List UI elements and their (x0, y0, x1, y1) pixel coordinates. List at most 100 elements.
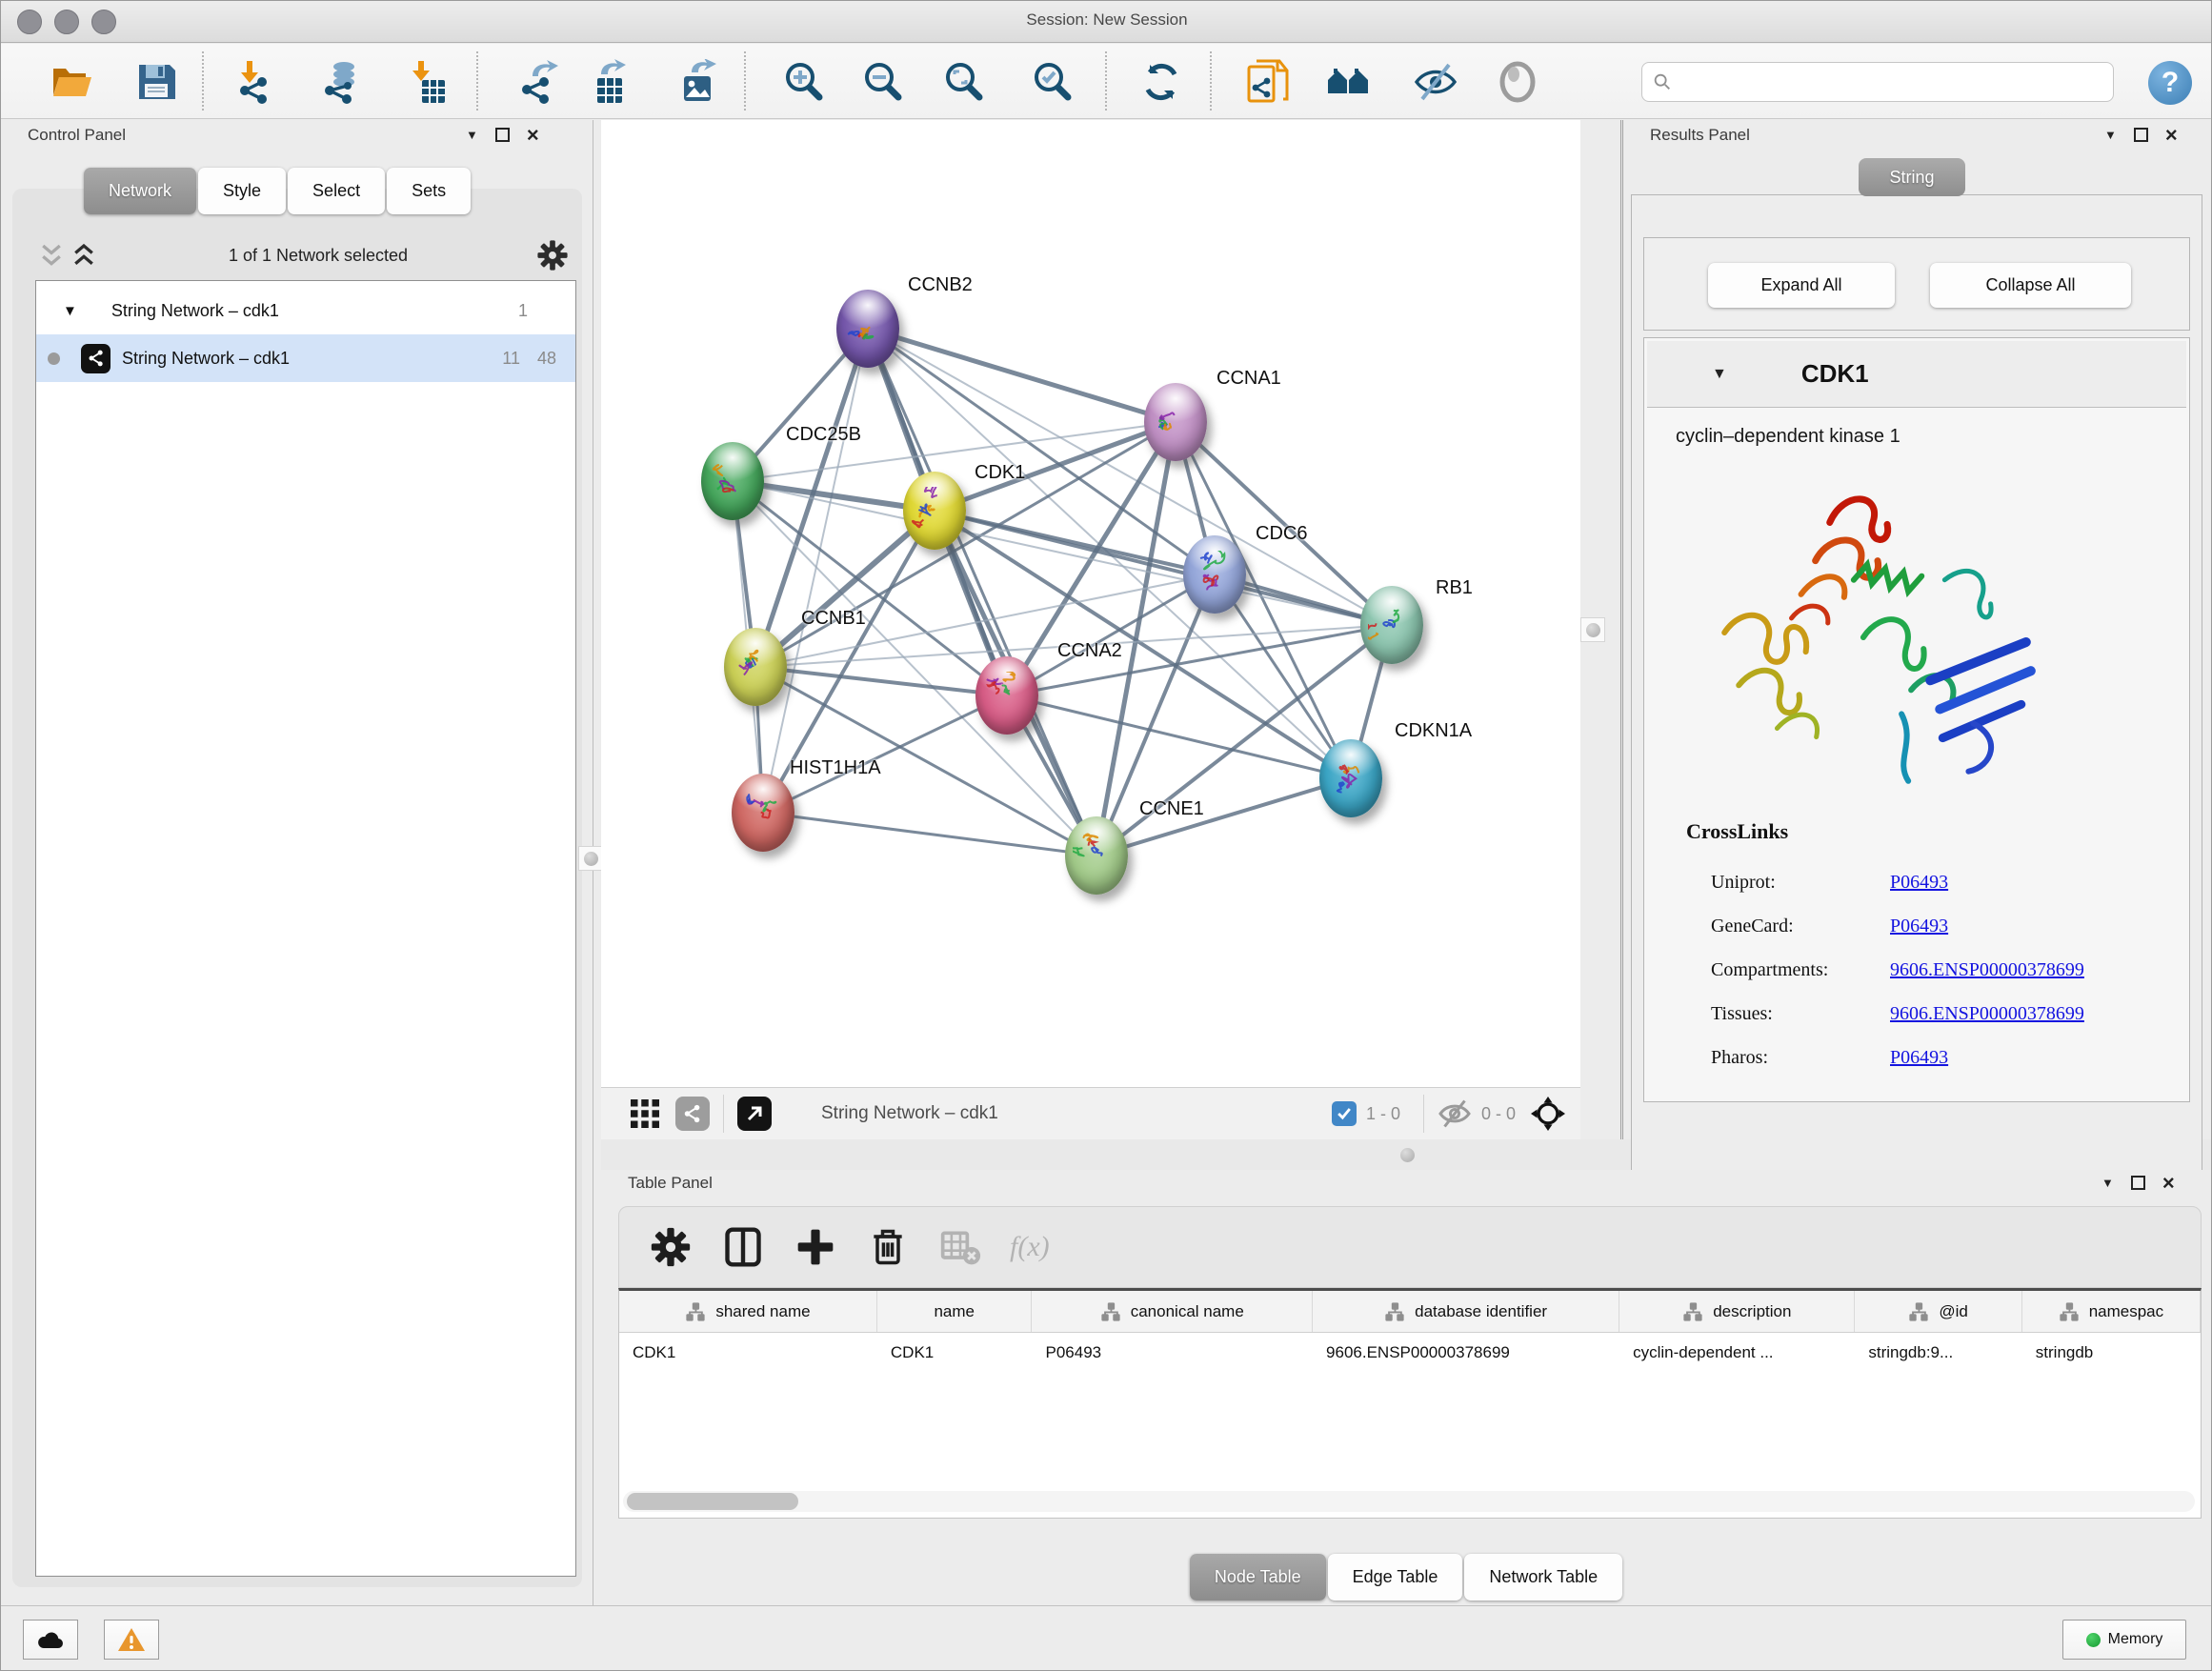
network-node-cdk1[interactable] (903, 472, 966, 550)
hide-details-eye-button[interactable] (1411, 57, 1460, 107)
column-header-canonical-name[interactable]: canonical name (1032, 1291, 1313, 1332)
float-panel-icon[interactable] (2131, 1176, 2145, 1190)
import-network-file-button[interactable] (231, 57, 281, 107)
column-header-name[interactable]: name (877, 1291, 1033, 1332)
table-row[interactable]: CDK1CDK1P064939606.ENSP00000378699cyclin… (619, 1333, 2201, 1373)
tab-select[interactable]: Select (288, 168, 385, 214)
birds-eye-grid-icon[interactable] (628, 1097, 662, 1131)
delete-column-icon[interactable] (867, 1226, 909, 1268)
column-header-description[interactable]: description (1619, 1291, 1855, 1332)
network-edge[interactable] (763, 695, 1007, 813)
network-edge[interactable] (755, 422, 1176, 667)
collapse-all-button[interactable]: Collapse All (1930, 263, 2131, 308)
column-header-namespac[interactable]: namespac (2022, 1291, 2201, 1332)
open-in-new-window-icon[interactable] (737, 1097, 772, 1131)
share-document-button[interactable] (1243, 57, 1293, 107)
close-panel-icon[interactable]: × (2162, 1176, 2175, 1190)
float-panel-icon[interactable] (495, 128, 510, 142)
close-panel-icon[interactable]: × (527, 128, 539, 142)
search-input[interactable] (1679, 72, 2103, 91)
warnings-button[interactable] (104, 1620, 159, 1660)
refresh-layout-button[interactable] (1136, 57, 1186, 107)
tree-expander-icon[interactable]: ▼ (63, 303, 77, 319)
collapse-panel-icon[interactable]: ▼ (2104, 128, 2117, 142)
tab-network[interactable]: Network (84, 168, 196, 214)
tab-string[interactable]: String (1859, 158, 1965, 196)
help-button[interactable]: ? (2148, 61, 2192, 105)
network-node-ccne1[interactable] (1065, 816, 1128, 895)
crosslink-link[interactable]: 9606.ENSP00000378699 (1890, 959, 2084, 981)
table-cell[interactable]: P06493 (1033, 1333, 1314, 1373)
tab-sets[interactable]: Sets (387, 168, 471, 214)
cloud-status-button[interactable] (23, 1620, 78, 1660)
left-splitter-handle[interactable] (578, 846, 603, 871)
memory-button[interactable]: Memory (2062, 1620, 2186, 1660)
horizontal-splitter-handle[interactable] (1395, 1142, 1419, 1167)
network-edge[interactable] (935, 511, 1392, 625)
crosslink-link[interactable]: P06493 (1890, 872, 1948, 894)
hidden-elements-eye-icon[interactable] (1438, 1097, 1472, 1131)
import-network-database-button[interactable] (316, 57, 366, 107)
close-panel-icon[interactable]: × (2165, 128, 2178, 142)
network-edge[interactable] (755, 667, 1007, 695)
table-horizontal-scrollbar[interactable] (623, 1491, 2195, 1512)
collapse-panel-icon[interactable]: ▼ (466, 128, 478, 142)
network-node-cdc25b[interactable] (701, 442, 764, 520)
tab-node-table[interactable]: Node Table (1190, 1554, 1326, 1601)
crosslink-link[interactable]: 9606.ENSP00000378699 (1890, 1003, 2084, 1025)
collapse-all-networks-icon[interactable] (68, 241, 100, 270)
network-node-cdkn1a[interactable] (1319, 739, 1382, 817)
gene-section-header[interactable]: ▼ CDK1 (1647, 341, 2186, 408)
table-options-gear-icon[interactable] (650, 1226, 692, 1268)
network-tree-child-row[interactable]: String Network – cdk1 11 48 (36, 334, 575, 382)
tab-network-table[interactable]: Network Table (1464, 1554, 1622, 1601)
search-box[interactable] (1641, 62, 2114, 102)
zoom-fit-button[interactable] (939, 57, 989, 107)
open-session-button[interactable] (47, 57, 96, 107)
network-edge[interactable] (868, 329, 1176, 422)
table-cell[interactable]: cyclin-dependent ... (1619, 1333, 1855, 1373)
float-panel-icon[interactable] (2134, 128, 2148, 142)
tab-style[interactable]: Style (198, 168, 286, 214)
expand-all-networks-icon[interactable] (35, 241, 68, 270)
column-header-shared-name[interactable]: shared name (619, 1291, 877, 1332)
right-splitter-handle[interactable] (1580, 617, 1605, 642)
network-node-rb1[interactable] (1360, 586, 1423, 664)
gene-expander-icon[interactable]: ▼ (1712, 366, 1727, 383)
export-network-button[interactable] (515, 57, 565, 107)
network-tree-root-row[interactable]: ▼ String Network – cdk1 1 (36, 287, 575, 334)
network-canvas[interactable]: CCNB2CCNA1CDC25BCDK1CDC6RB1CCNB1CCNA2CDK… (601, 120, 1580, 1087)
network-options-gear-icon[interactable] (536, 239, 569, 272)
network-node-hist1h1a[interactable] (732, 774, 794, 852)
crosslink-link[interactable]: P06493 (1890, 916, 1948, 937)
network-node-cdc6[interactable] (1183, 535, 1246, 614)
export-image-button[interactable] (674, 57, 724, 107)
add-column-icon[interactable] (794, 1226, 836, 1268)
network-node-ccnb2[interactable] (836, 290, 899, 368)
table-cell[interactable]: stringdb:9... (1855, 1333, 2021, 1373)
expand-all-button[interactable]: Expand All (1708, 263, 1895, 308)
pan-mode-icon[interactable] (1531, 1097, 1565, 1131)
table-cell[interactable]: CDK1 (619, 1333, 877, 1373)
import-table-button[interactable] (401, 57, 451, 107)
network-edge[interactable] (1096, 778, 1351, 856)
selected-elements-checkbox[interactable] (1332, 1101, 1357, 1126)
network-edge[interactable] (763, 329, 868, 813)
network-node-ccnb1[interactable] (724, 628, 787, 706)
zoom-in-button[interactable] (779, 57, 829, 107)
table-cell[interactable]: stringdb (2022, 1333, 2201, 1373)
column-header--id[interactable]: @id (1855, 1291, 2021, 1332)
home-networks-button[interactable] (1324, 57, 1374, 107)
collapse-panel-icon[interactable]: ▼ (2101, 1176, 2114, 1190)
table-cell[interactable]: CDK1 (877, 1333, 1033, 1373)
zoom-selected-button[interactable] (1028, 57, 1077, 107)
save-session-button[interactable] (131, 57, 181, 107)
export-table-button[interactable] (586, 57, 635, 107)
show-columns-icon[interactable] (722, 1226, 764, 1268)
crosslink-link[interactable]: P06493 (1890, 1047, 1948, 1069)
network-node-ccna2[interactable] (975, 656, 1038, 735)
table-cell[interactable]: 9606.ENSP00000378699 (1313, 1333, 1619, 1373)
tab-edge-table[interactable]: Edge Table (1328, 1554, 1463, 1601)
scrollbar-thumb[interactable] (627, 1493, 798, 1510)
network-node-ccna1[interactable] (1144, 383, 1207, 461)
